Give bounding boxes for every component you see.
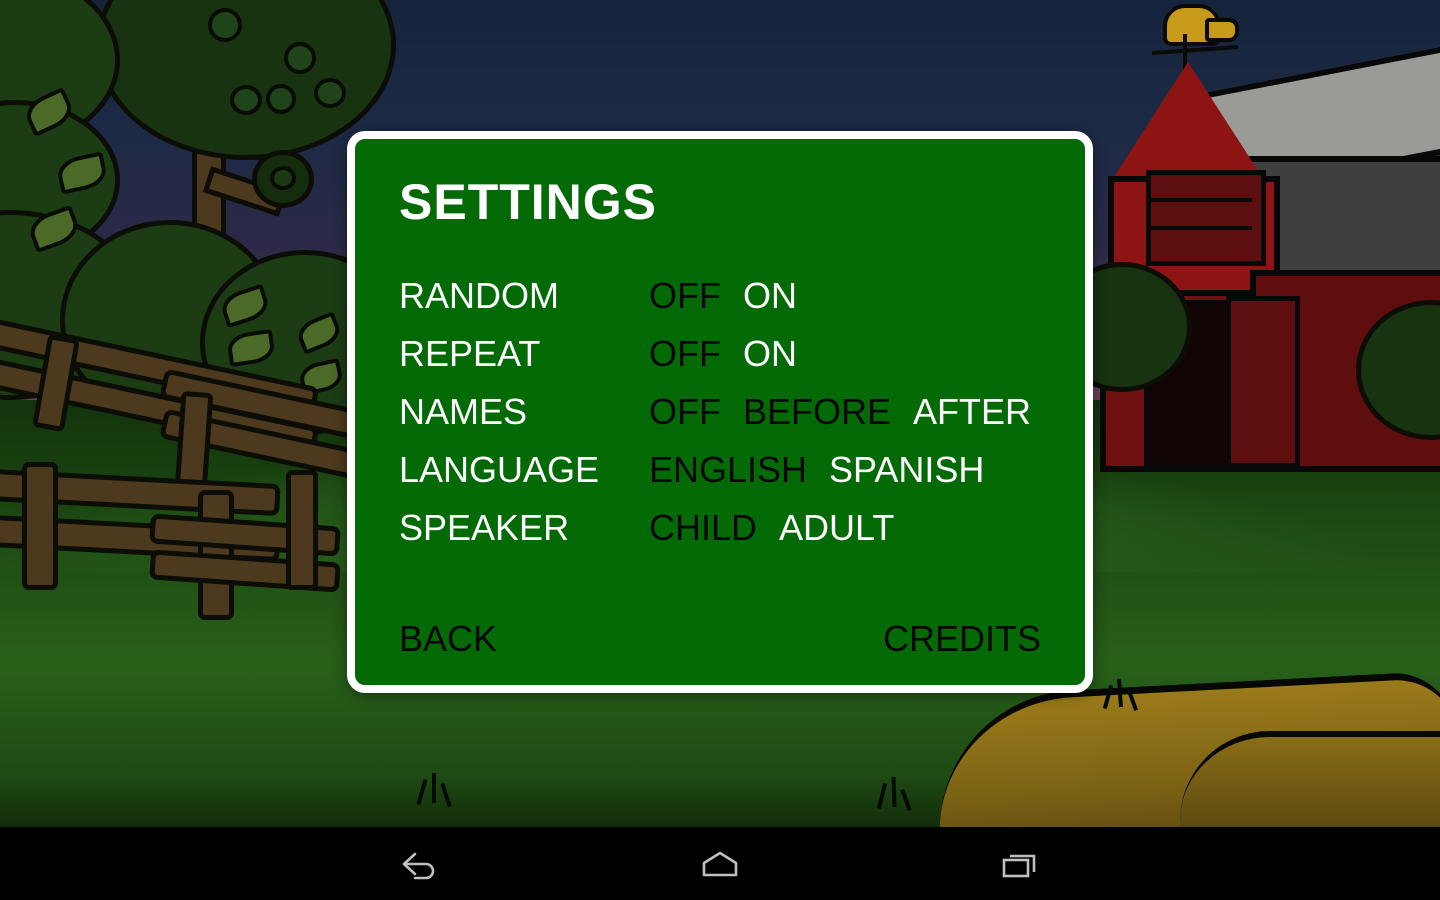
android-navigation-bar: [0, 827, 1440, 900]
fence-post: [286, 470, 318, 590]
barn-gable: [1112, 62, 1264, 180]
tree-fruit: [284, 42, 316, 74]
settings-option[interactable]: OFF: [649, 267, 721, 325]
haystack-secondary: [1180, 731, 1440, 827]
settings-option[interactable]: CHILD: [649, 499, 757, 557]
settings-option[interactable]: OFF: [649, 383, 721, 441]
grass-blade: [432, 773, 436, 803]
settings-option-group: OFF ON: [649, 325, 797, 383]
settings-option[interactable]: ON: [743, 325, 797, 383]
barn-hayloft-window: [1146, 170, 1266, 266]
settings-option[interactable]: ON: [743, 267, 797, 325]
barn-door-panel: [1226, 296, 1300, 468]
barn-window-bar: [1150, 226, 1252, 230]
settings-option[interactable]: BEFORE: [743, 383, 891, 441]
tree-fruit: [270, 166, 296, 190]
tree-fruit: [230, 85, 262, 115]
tree-fruit: [208, 8, 242, 42]
settings-row: NAMES OFF BEFORE AFTER: [399, 383, 1041, 441]
nav-home-button[interactable]: [570, 847, 870, 881]
nav-recents-button[interactable]: [870, 847, 1170, 881]
screen: SETTINGS RANDOM OFF ON REPEAT OFF ON NAMES OFF B…: [0, 0, 1440, 900]
settings-dialog: SETTINGS RANDOM OFF ON REPEAT OFF ON NAMES OFF B…: [347, 131, 1093, 693]
back-button[interactable]: BACK: [399, 621, 497, 657]
settings-option[interactable]: OFF: [649, 325, 721, 383]
tree-fruit: [314, 78, 346, 108]
fence-post: [22, 462, 58, 590]
back-icon: [400, 847, 440, 881]
settings-dialog-body: SETTINGS RANDOM OFF ON REPEAT OFF ON NAMES OFF B…: [355, 139, 1085, 685]
settings-row: SPEAKER CHILD ADULT: [399, 499, 1041, 557]
barn-window-bar: [1150, 198, 1252, 202]
rooster-tail-icon: [1205, 18, 1239, 42]
recents-icon: [999, 847, 1041, 881]
page-title: SETTINGS: [399, 174, 658, 230]
settings-row: LANGUAGE ENGLISH SPANISH: [399, 441, 1041, 499]
dialog-footer: BACK CREDITS: [399, 621, 1041, 657]
settings-row: RANDOM OFF ON: [399, 267, 1041, 325]
settings-option-group: OFF BEFORE AFTER: [649, 383, 1031, 441]
nav-back-button[interactable]: [270, 847, 570, 881]
settings-rows: RANDOM OFF ON REPEAT OFF ON NAMES OFF BEFORE AFTE…: [399, 267, 1041, 557]
settings-option[interactable]: ADULT: [779, 499, 894, 557]
settings-option-group: ENGLISH SPANISH: [649, 441, 984, 499]
settings-row-label: LANGUAGE: [399, 449, 600, 490]
settings-row-label: RANDOM: [399, 275, 559, 316]
settings-option-group: OFF ON: [649, 267, 797, 325]
settings-option[interactable]: SPANISH: [829, 441, 984, 499]
settings-row-label: SPEAKER: [399, 507, 570, 548]
home-icon: [698, 847, 742, 881]
credits-button[interactable]: CREDITS: [883, 621, 1041, 657]
settings-row-label: NAMES: [399, 391, 528, 432]
settings-option-group: CHILD ADULT: [649, 499, 894, 557]
settings-row-label: REPEAT: [399, 333, 541, 374]
settings-row: REPEAT OFF ON: [399, 325, 1041, 383]
settings-option[interactable]: ENGLISH: [649, 441, 807, 499]
tree-fruit: [266, 84, 296, 114]
settings-option[interactable]: AFTER: [913, 383, 1031, 441]
